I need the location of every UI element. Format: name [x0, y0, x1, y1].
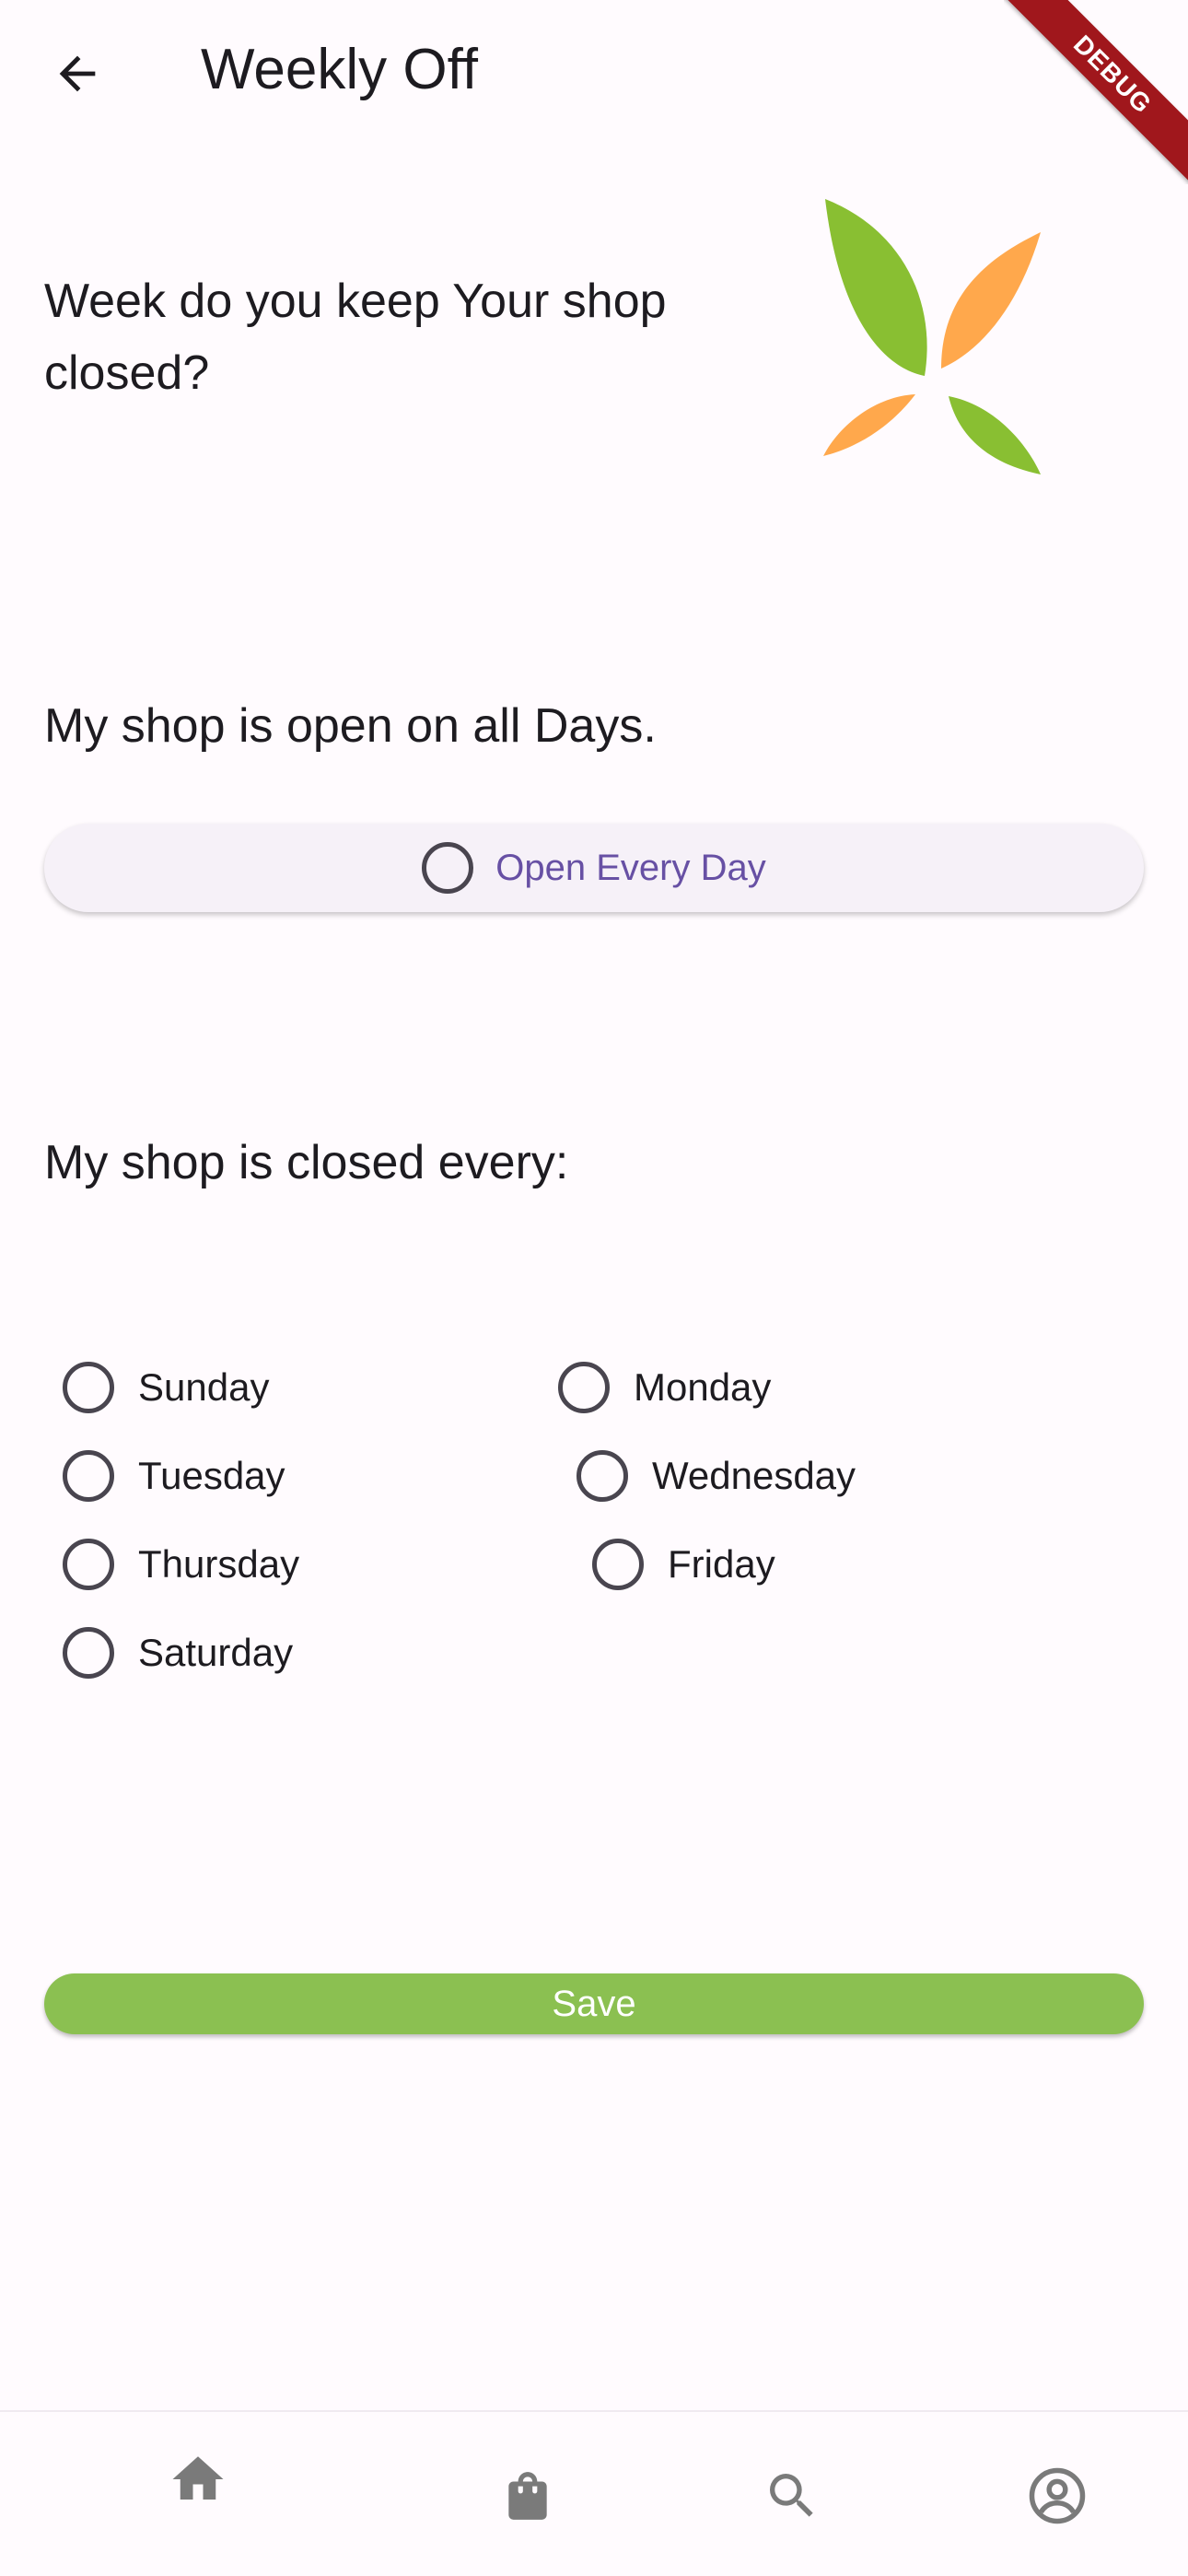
day-label: Wednesday	[652, 1454, 856, 1497]
page-title: Weekly Off	[201, 38, 478, 101]
day-label: Saturday	[138, 1631, 294, 1674]
day-label: Tuesday	[138, 1454, 285, 1497]
radio-unchecked-icon	[592, 1539, 644, 1590]
day-option-saturday[interactable]: Saturday	[63, 1627, 293, 1679]
home-icon	[172, 2456, 224, 2500]
radio-unchecked-icon	[63, 1539, 114, 1590]
search-icon	[770, 2474, 813, 2517]
open-every-day-button[interactable]: Open Every Day	[44, 824, 1144, 912]
radio-unchecked-icon	[63, 1450, 114, 1502]
day-label: Friday	[668, 1542, 775, 1586]
closed-every-label: My shop is closed every:	[44, 1136, 569, 1189]
day-option-tuesday[interactable]: Tuesday	[63, 1450, 285, 1502]
radio-unchecked-icon	[63, 1362, 114, 1413]
day-label: Thursday	[138, 1542, 300, 1586]
butterfly-logo	[823, 199, 1041, 474]
account-circle-icon	[1029, 2467, 1086, 2524]
nav-profile[interactable]	[1016, 2454, 1099, 2537]
radio-unchecked-icon	[422, 842, 474, 894]
day-option-friday[interactable]: Friday	[592, 1539, 775, 1590]
save-button[interactable]: Save	[44, 1973, 1144, 2034]
nav-home[interactable]	[157, 2438, 239, 2521]
bottom-navigation-bar	[0, 2410, 1188, 2576]
radio-unchecked-icon	[577, 1450, 628, 1502]
shopping-bag-icon	[508, 2472, 547, 2520]
radio-unchecked-icon	[63, 1627, 114, 1679]
day-option-wednesday[interactable]: Wednesday	[577, 1450, 856, 1502]
open-every-day-label: Open Every Day	[495, 847, 766, 888]
nav-shop[interactable]	[486, 2454, 569, 2537]
day-label: Sunday	[138, 1365, 270, 1409]
radio-unchecked-icon	[558, 1362, 610, 1413]
question-text: Week do you keep Your shop closed?	[44, 275, 667, 400]
nav-search[interactable]	[751, 2454, 833, 2537]
open-all-days-label: My shop is open on all Days.	[44, 699, 657, 753]
day-label: Monday	[634, 1365, 772, 1409]
debug-ribbon-label: DEBUG	[1004, 0, 1188, 184]
day-option-sunday[interactable]: Sunday	[63, 1362, 269, 1413]
day-option-monday[interactable]: Monday	[558, 1362, 771, 1413]
debug-banner: DEBUG	[1004, 0, 1188, 184]
day-option-thursday[interactable]: Thursday	[63, 1539, 299, 1590]
arrow-back-icon	[59, 55, 96, 92]
back-button[interactable]	[44, 41, 111, 107]
